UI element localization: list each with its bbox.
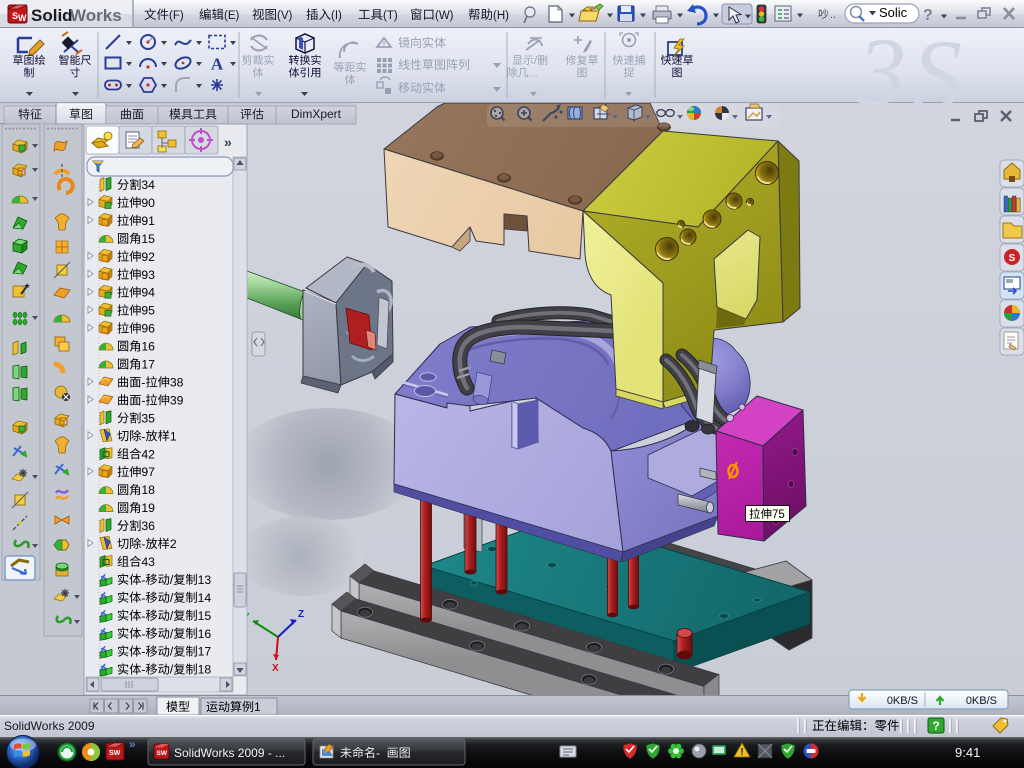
svg-text:19: 19 xyxy=(141,501,155,515)
svg-text:!: ! xyxy=(740,747,743,758)
svg-text:39: 39 xyxy=(170,393,184,407)
svg-text:-: - xyxy=(141,663,145,677)
svg-text:17: 17 xyxy=(141,358,155,372)
svg-text:18: 18 xyxy=(198,663,212,677)
svg-text:36: 36 xyxy=(141,519,155,533)
svg-text:1: 1 xyxy=(254,700,261,714)
svg-text:94: 94 xyxy=(141,286,155,300)
svg-text:15: 15 xyxy=(198,609,212,623)
svg-text:3: 3 xyxy=(857,18,906,125)
svg-text:93: 93 xyxy=(141,268,155,282)
svg-text:-: - xyxy=(141,645,145,659)
svg-text:/: / xyxy=(170,609,174,623)
svg-text:/: / xyxy=(170,645,174,659)
svg-text:A: A xyxy=(211,55,224,74)
svg-text:Solid: Solid xyxy=(31,6,73,25)
svg-text:0KB/S: 0KB/S xyxy=(887,695,918,707)
svg-text:-: - xyxy=(141,591,145,605)
svg-text:W: W xyxy=(18,13,27,23)
svg-text:1: 1 xyxy=(170,429,177,443)
svg-text:(T): (T) xyxy=(383,10,398,22)
svg-text:»: » xyxy=(224,134,232,150)
svg-text:...: ... xyxy=(529,68,538,80)
svg-text:/: / xyxy=(170,591,174,605)
svg-text:-: - xyxy=(141,537,145,551)
svg-text:-: - xyxy=(376,746,380,760)
svg-text:DimXpert: DimXpert xyxy=(291,107,342,121)
svg-text:Works: Works xyxy=(70,6,122,25)
svg-text:-: - xyxy=(141,375,145,389)
svg-text:?: ? xyxy=(932,719,939,733)
svg-text:/: / xyxy=(170,663,174,677)
svg-text:SW: SW xyxy=(157,750,168,757)
svg-text:-: - xyxy=(141,609,145,623)
svg-text:»: » xyxy=(129,737,136,751)
svg-text:SolidWorks 2009 - ...: SolidWorks 2009 - ... xyxy=(174,746,285,760)
svg-text:92: 92 xyxy=(141,250,155,264)
svg-text:90: 90 xyxy=(141,196,155,210)
svg-text:(H): (H) xyxy=(493,10,509,22)
svg-text:/: / xyxy=(170,573,174,587)
svg-text:13: 13 xyxy=(198,573,212,587)
svg-text:34: 34 xyxy=(141,178,155,192)
svg-text:S: S xyxy=(912,19,962,130)
svg-text:35: 35 xyxy=(141,411,155,425)
svg-text:S: S xyxy=(1009,253,1016,264)
svg-text:9:41: 9:41 xyxy=(955,745,980,760)
svg-text:(I): (I) xyxy=(331,10,342,22)
svg-text:-: - xyxy=(141,573,145,587)
svg-text:(E): (E) xyxy=(224,10,240,22)
svg-text:-: - xyxy=(141,393,145,407)
svg-text:2: 2 xyxy=(170,537,177,551)
svg-text:43: 43 xyxy=(141,555,155,569)
svg-text:-: - xyxy=(141,627,145,641)
svg-text:16: 16 xyxy=(141,340,155,354)
svg-text:95: 95 xyxy=(141,304,155,318)
svg-text:(F): (F) xyxy=(169,10,184,22)
svg-text:16: 16 xyxy=(198,627,212,641)
svg-text:18: 18 xyxy=(141,483,155,497)
svg-text:/: / xyxy=(170,627,174,641)
svg-text:42: 42 xyxy=(141,447,155,461)
svg-text:0KB/S: 0KB/S xyxy=(966,695,997,707)
svg-text:(W): (W) xyxy=(435,10,454,22)
svg-text:91: 91 xyxy=(141,214,155,228)
svg-text:17: 17 xyxy=(198,645,212,659)
svg-text:SW: SW xyxy=(109,750,121,757)
svg-text:-: - xyxy=(141,429,145,443)
svg-text:(V): (V) xyxy=(277,10,293,22)
svg-text:X: X xyxy=(272,663,279,674)
svg-text:38: 38 xyxy=(170,375,184,389)
svg-text:96: 96 xyxy=(141,322,155,336)
svg-text:97: 97 xyxy=(141,465,155,479)
svg-text:..: .. xyxy=(830,9,836,21)
svg-text:SolidWorks 2009: SolidWorks 2009 xyxy=(4,719,95,733)
svg-text:15: 15 xyxy=(141,232,155,246)
svg-text:14: 14 xyxy=(198,591,212,605)
svg-text:75: 75 xyxy=(772,509,785,521)
svg-text:Z: Z xyxy=(298,609,304,620)
